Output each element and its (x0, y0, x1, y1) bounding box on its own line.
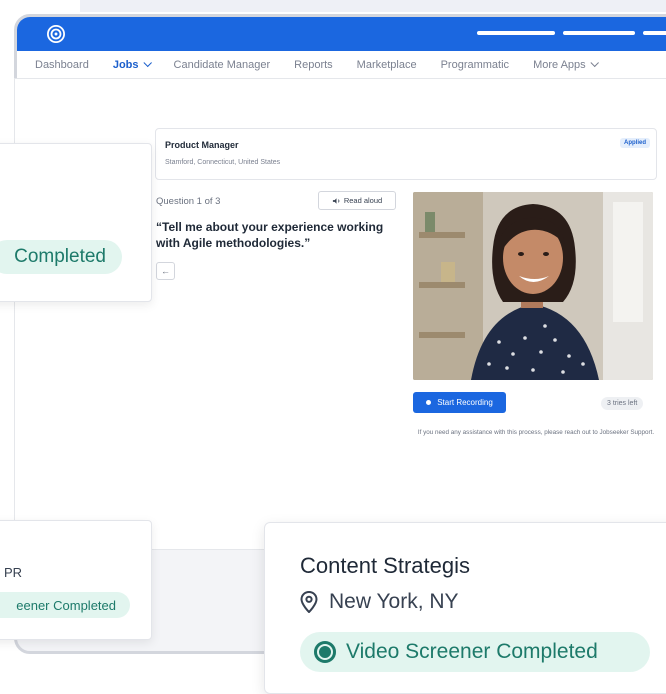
status-pill-completed: Completed (0, 240, 122, 274)
status-badge: Applied (620, 138, 650, 148)
arrow-left-icon: ← (161, 266, 170, 276)
tries-left-badge: 3 tries left (601, 397, 644, 410)
support-note: If you need any assistance with this pro… (417, 429, 655, 436)
nav-dashboard[interactable]: Dashboard (35, 59, 89, 71)
question-text: “Tell me about your experience working w… (156, 220, 384, 250)
job-card: Product Manager Stamford, Connecticut, U… (155, 128, 657, 180)
read-aloud-button[interactable]: Read aloud (318, 191, 396, 210)
nav-jobs[interactable]: Jobs (113, 58, 152, 71)
candidate-role-title: Content Strategis (300, 553, 470, 578)
back-button[interactable]: ← (156, 262, 175, 280)
question-counter: Question 1 of 3 (156, 196, 221, 207)
job-title: Product Manager (165, 140, 239, 150)
status-pill-screener: eener Completed (0, 592, 130, 618)
chevron-down-icon (142, 58, 152, 68)
chevron-down-icon (590, 58, 599, 68)
main-nav: Dashboard Jobs Candidate Manager Reports… (17, 51, 666, 80)
nav-reports[interactable]: Reports (294, 59, 333, 71)
candidate-card-bottom-left (0, 520, 152, 640)
candidate-location-fragment: PR (4, 565, 23, 580)
candidate-card-left (0, 143, 152, 302)
nav-programmatic[interactable]: Programmatic (441, 59, 509, 71)
nav-marketplace[interactable]: Marketplace (357, 59, 417, 71)
record-dot-icon (426, 400, 432, 405)
location-pin-icon (300, 591, 318, 613)
spiral-logo-icon (47, 25, 65, 43)
speaker-icon (332, 197, 340, 204)
start-recording-button[interactable]: Start Recording (413, 392, 506, 413)
top-bar (17, 17, 666, 51)
radio-dot-icon (314, 641, 336, 663)
candidate-video-frame (413, 192, 653, 380)
video-preview (413, 192, 653, 380)
job-location: Stamford, Connecticut, United States (165, 159, 281, 166)
candidate-location: New York, NY (300, 590, 459, 614)
nav-candidate-manager[interactable]: Candidate Manager (174, 59, 271, 71)
header-bar-placeholder (477, 31, 555, 35)
header-bar-placeholder (643, 31, 666, 35)
status-pill-video-screener: Video Screener Completed (300, 632, 650, 672)
nav-more-apps[interactable]: More Apps (533, 58, 599, 71)
header-bar-placeholder (563, 31, 635, 35)
background-tint (80, 0, 666, 12)
